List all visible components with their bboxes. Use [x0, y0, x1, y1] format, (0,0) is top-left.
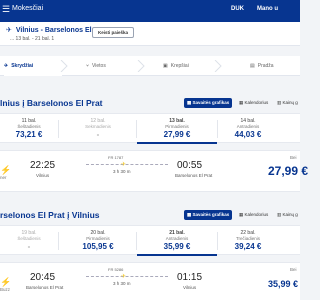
booking-steps: ✈ Skrydžiai ⑂ Vietos ▣ Krepšiai ▤ Pradža: [0, 56, 300, 76]
tab-price-chart[interactable]: ▥ Kainų g: [274, 210, 301, 220]
date-price: -: [96, 130, 100, 139]
date-cell[interactable]: 20 bal. Pirmadienis 105,95 €: [60, 226, 136, 256]
weekday-label: Antradienis: [236, 124, 260, 129]
weekday-label: Pirmadienis: [165, 124, 189, 129]
outbound-title: lnius į Barselonos El Prat: [0, 98, 103, 108]
tab-calendar[interactable]: ▦ Kalendorius: [236, 210, 271, 220]
date-price: 39,24 €: [234, 242, 262, 251]
plane-icon: ✈: [4, 63, 9, 69]
route-line: [86, 276, 168, 277]
seat-icon: ⑂: [86, 63, 90, 69]
step-label: Vietos: [92, 63, 106, 69]
divider: [58, 232, 59, 250]
step-bags[interactable]: ▣ Krepšiai: [163, 56, 213, 76]
date-cell[interactable]: 12 bal. Sekmadienis -: [60, 114, 136, 144]
date-cell[interactable]: 14 bal. Antradienis 44,03 €: [218, 114, 278, 144]
step-label: Krepšiai: [170, 63, 189, 69]
outbound-flight-card[interactable]: ⚡ ner 22:25 Vilnius FR 1787 ✈ 3 h 30 m 0…: [0, 150, 308, 192]
flight-duration: 3 h 30 m: [113, 281, 131, 286]
outbound-header: lnius į Barselonos El Prat ▦ Savaitės gr…: [0, 98, 300, 110]
top-bar: ☰ Mokesčiai DUK Mano u: [0, 0, 300, 22]
chevron-right-icon: [137, 60, 145, 72]
price-label: Bei: [290, 155, 297, 160]
departure-city: Barselonos El Prat: [26, 285, 64, 290]
step-label: Pradža: [257, 63, 274, 69]
step-flights[interactable]: ✈ Skrydžiai: [4, 56, 62, 76]
step-car[interactable]: ▤ Pradža: [250, 56, 298, 76]
hamburger-icon[interactable]: ☰: [2, 4, 10, 15]
weekday-label: Sekmadienis: [85, 124, 111, 129]
weekday-label: Antradienis: [165, 236, 189, 241]
tab-weekly-schedule[interactable]: ▦ Savaitės grafikas: [184, 210, 233, 220]
inbound-title: rselonos El Prat į Vilnius: [0, 210, 100, 220]
operator-label: ner: [0, 175, 7, 180]
currency-selector[interactable]: DUK: [231, 6, 244, 12]
tab-label: Kalendorius: [244, 212, 269, 217]
weekday-label: Pirmadienis: [86, 236, 110, 241]
weekday-label: Šeštadienis: [17, 124, 41, 129]
date-price: 44,03 €: [234, 130, 262, 139]
step-label: Skrydžiai: [11, 63, 34, 69]
tab-label: Kalendorius: [244, 100, 269, 105]
edit-search-button[interactable]: Keisti paieška: [92, 27, 134, 38]
date-cell-selected[interactable]: 21 bal. Antradienis 35,99 €: [137, 226, 217, 256]
tab-label: Savaitės grafikas: [192, 100, 230, 105]
departure-city: Vilnius: [36, 173, 50, 178]
search-details: ... 13 bal. - 21 bal. 1: [10, 36, 55, 42]
date-price: 35,99 €: [163, 242, 191, 251]
date-price: -: [27, 242, 31, 251]
date-cell[interactable]: 22 bal. Trečiadienis 39,24 €: [218, 226, 278, 256]
tab-price-chart[interactable]: ▥ Kainų g: [274, 98, 301, 108]
price-label: Bei: [290, 267, 297, 272]
flight-price[interactable]: 27,99 €: [268, 164, 308, 178]
date-cell[interactable]: 11 bal. Šeštadienis 73,21 €: [0, 114, 58, 144]
account-link[interactable]: Mano u: [257, 6, 278, 12]
bag-icon: ▣: [163, 63, 168, 69]
flight-number: FR 1787: [108, 155, 124, 160]
topbar-brand[interactable]: Mokesčiai: [12, 5, 43, 12]
flight-price[interactable]: 35,99 €: [268, 279, 298, 289]
route-line: [86, 164, 168, 165]
departure-time: 22:25: [30, 160, 56, 171]
arrival-city: Vilnius: [183, 285, 197, 290]
weekday-label: Trečiadienis: [235, 236, 261, 241]
arrival-time: 01:15: [177, 272, 203, 283]
plane-icon: ✈: [121, 162, 127, 168]
search-summary: ✈ Vilnius - Barselonos El Prat ... 13 ba…: [0, 22, 300, 46]
tab-calendar[interactable]: ▦ Kalendorius: [236, 98, 271, 108]
inbound-flight-card[interactable]: ⚡ Buzz 20:45 Barselonos El Prat FR 5286 …: [0, 262, 300, 300]
outbound-date-bar: 11 bal. Šeštadienis 73,21 € 12 bal. Sekm…: [0, 113, 300, 144]
tab-label: Kainų g: [282, 100, 298, 105]
tab-weekly-schedule[interactable]: ▦ Savaitės grafikas: [184, 98, 233, 108]
inbound-header: rselonos El Prat į Vilnius ▦ Savaitės gr…: [0, 210, 300, 222]
inbound-date-bar: 19 bal. Šeštadienis - 20 bal. Pirmadieni…: [0, 225, 300, 256]
outbound-view-tabs: ▦ Savaitės grafikas ▦ Kalendorius ▥ Kain…: [184, 98, 300, 109]
arrival-city: Barselonos El Prat: [175, 173, 213, 178]
date-price: 73,21 €: [15, 130, 43, 139]
inbound-view-tabs: ▦ Savaitės grafikas ▦ Kalendorius ▥ Kain…: [184, 210, 300, 221]
plane-icon: ✈: [6, 27, 12, 34]
date-cell[interactable]: 19 bal. Šeštadienis -: [0, 226, 58, 256]
car-icon: ▤: [250, 63, 255, 69]
date-price: 105,95 €: [82, 242, 114, 251]
date-price: 27,99 €: [163, 130, 191, 139]
tab-label: Savaitės grafikas: [192, 212, 230, 217]
plane-icon: ✈: [121, 274, 127, 280]
step-seats[interactable]: ⑂ Vietos: [86, 56, 136, 76]
divider: [58, 120, 59, 138]
date-cell-selected[interactable]: 13 bal. Pirmadienis 27,99 €: [137, 114, 217, 144]
operator-label: Buzz: [0, 287, 11, 292]
flight-duration: 3 h 30 m: [113, 169, 131, 174]
departure-time: 20:45: [30, 272, 56, 283]
weekday-label: Šeštadienis: [17, 236, 41, 241]
chevron-right-icon: [60, 60, 68, 72]
chevron-right-icon: [214, 60, 222, 72]
arrival-time: 00:55: [177, 160, 203, 171]
flight-number: FR 5286: [108, 267, 124, 272]
tab-label: Kainų g: [282, 212, 298, 217]
